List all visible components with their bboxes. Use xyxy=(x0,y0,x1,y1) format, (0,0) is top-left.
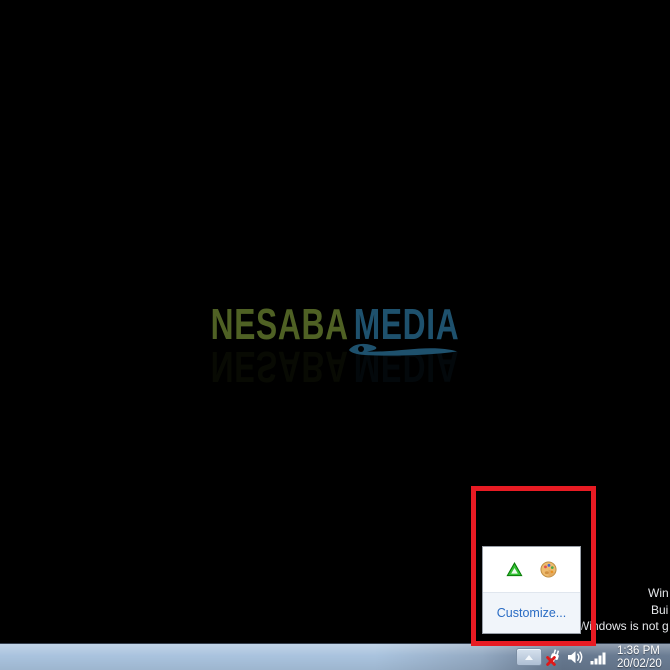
logo-text-nesaba: NESABA xyxy=(210,300,349,349)
taskbar: 1:36 PM 20/02/20 xyxy=(0,643,670,670)
desktop: NESABA MEDIA NESABA MEDIA Win Bui Window… xyxy=(0,0,670,670)
logo-wave-swoosh-icon xyxy=(349,343,457,356)
show-hidden-icons-button[interactable] xyxy=(516,648,542,666)
clock-time: 1:36 PM xyxy=(617,645,660,657)
taskbar-clock[interactable]: 1:36 PM 20/02/20 xyxy=(617,645,662,670)
watermark-line-2: Bui xyxy=(651,603,669,617)
up-chevron-icon xyxy=(525,654,533,660)
network-signal-icon[interactable] xyxy=(590,651,607,665)
volume-icon[interactable] xyxy=(567,650,585,665)
nesabamedia-logo: NESABA MEDIA xyxy=(211,303,460,347)
watermark-line-1: Win xyxy=(648,586,669,600)
logo-text-media: MEDIA xyxy=(353,300,460,349)
annotation-highlight-box xyxy=(471,486,596,646)
clock-date: 20/02/20 xyxy=(617,657,662,670)
plug-disconnected-icon[interactable] xyxy=(545,647,564,667)
